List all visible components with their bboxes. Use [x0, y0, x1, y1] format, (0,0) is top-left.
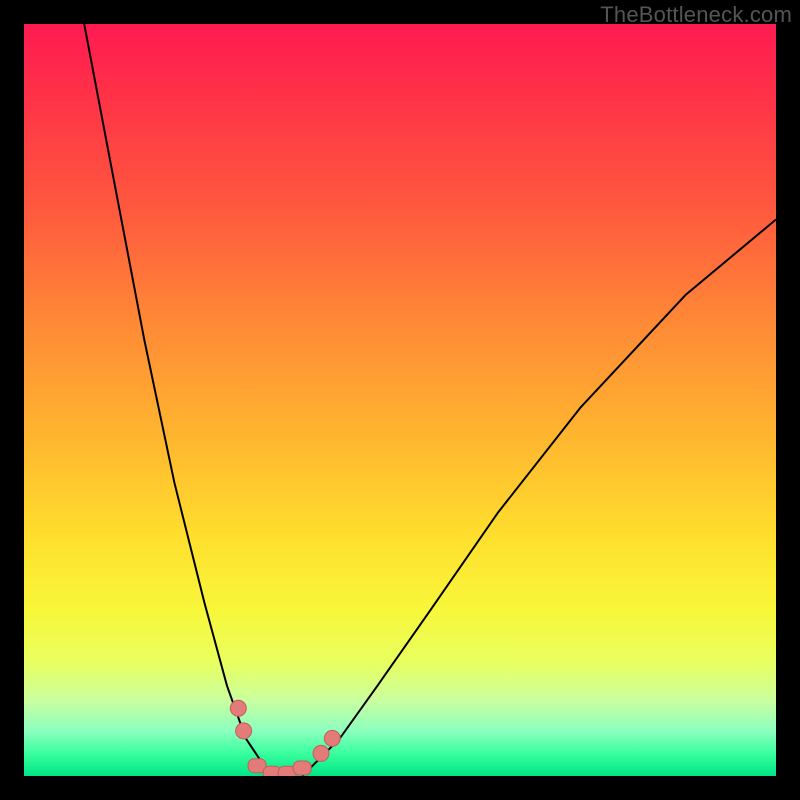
marker-dot — [324, 730, 340, 746]
marker-dot — [230, 700, 246, 716]
outer-frame: TheBottleneck.com — [0, 0, 800, 800]
curves-layer — [24, 24, 776, 776]
plot-area — [24, 24, 776, 776]
marker-dot — [313, 745, 329, 761]
markers-group — [230, 700, 340, 776]
curve-right — [302, 220, 776, 777]
marker-bar — [293, 761, 311, 775]
marker-dot — [236, 723, 252, 739]
curve-left — [84, 24, 272, 776]
